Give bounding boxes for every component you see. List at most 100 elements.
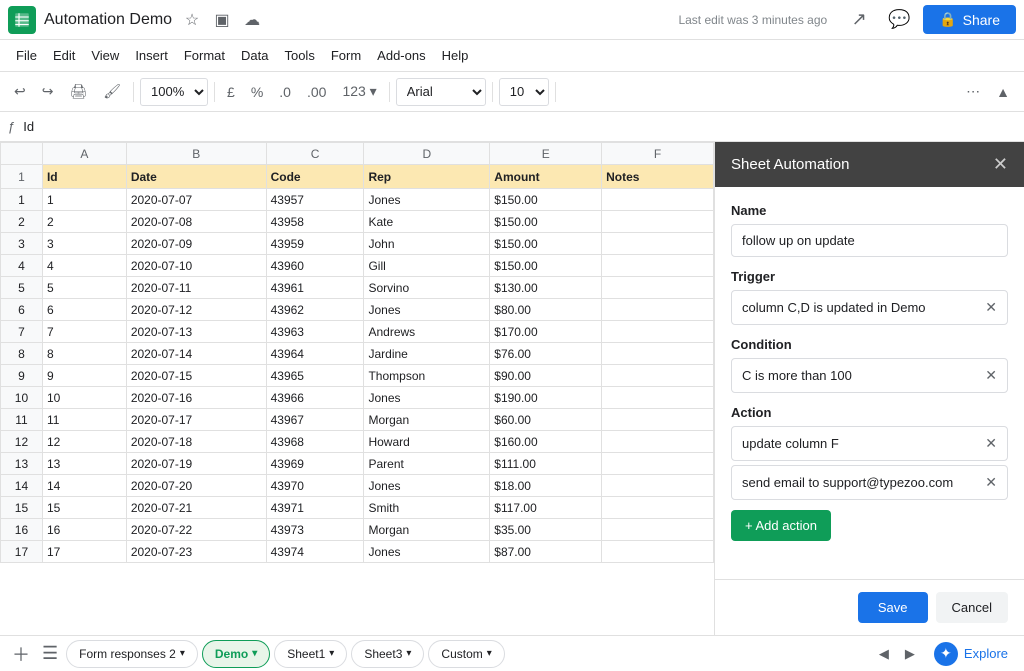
cell-r3-c4[interactable]: Kate: [364, 211, 490, 233]
cell-r2-c5[interactable]: $150.00: [490, 189, 602, 211]
col-header-b[interactable]: B: [126, 143, 266, 165]
cell-r10-c3[interactable]: 43965: [266, 365, 364, 387]
cell-r13-c1[interactable]: 12: [42, 431, 126, 453]
cell-r15-c6[interactable]: [602, 475, 714, 497]
cell-r5-c2[interactable]: 2020-07-10: [126, 255, 266, 277]
cell-r10-c5[interactable]: $90.00: [490, 365, 602, 387]
cell-r16-c4[interactable]: Smith: [364, 497, 490, 519]
cell-r7-c2[interactable]: 2020-07-12: [126, 299, 266, 321]
sheet-list-button[interactable]: ☰: [38, 639, 62, 668]
row-num-16[interactable]: 15: [1, 497, 43, 519]
cell-r15-c4[interactable]: Jones: [364, 475, 490, 497]
percent-button[interactable]: %: [245, 78, 269, 106]
add-action-button[interactable]: + Add action: [731, 510, 831, 541]
share-button[interactable]: 🔒 Share: [923, 5, 1016, 34]
tab-sheet3[interactable]: Sheet3 ▾: [351, 640, 424, 668]
row-num-6[interactable]: 5: [1, 277, 43, 299]
format-number-button[interactable]: 123 ▾: [336, 78, 382, 106]
row-num-14[interactable]: 13: [1, 453, 43, 475]
name-input[interactable]: [731, 224, 1008, 257]
cloud-icon[interactable]: ☁: [240, 8, 264, 32]
cell-r8-c3[interactable]: 43963: [266, 321, 364, 343]
cell-r17-c3[interactable]: 43973: [266, 519, 364, 541]
cell-r11-c2[interactable]: 2020-07-16: [126, 387, 266, 409]
cell-r7-c1[interactable]: 6: [42, 299, 126, 321]
cell-r13-c5[interactable]: $160.00: [490, 431, 602, 453]
cell-r13-c3[interactable]: 43968: [266, 431, 364, 453]
cell-r2-c4[interactable]: Jones: [364, 189, 490, 211]
cell-r9-c4[interactable]: Jardine: [364, 343, 490, 365]
cell-r2-c3[interactable]: 43957: [266, 189, 364, 211]
cell-r6-c6[interactable]: [602, 277, 714, 299]
cell-r10-c6[interactable]: [602, 365, 714, 387]
cell-r18-c3[interactable]: 43974: [266, 541, 364, 563]
cell-r9-c6[interactable]: [602, 343, 714, 365]
cell-r4-c3[interactable]: 43959: [266, 233, 364, 255]
cell-r2-c2[interactable]: 2020-07-07: [126, 189, 266, 211]
cell-r18-c2[interactable]: 2020-07-23: [126, 541, 266, 563]
menu-help[interactable]: Help: [434, 44, 477, 67]
print-button[interactable]: 🖨: [63, 78, 93, 106]
action1-chip-remove[interactable]: ✕: [985, 435, 997, 452]
row-num-10[interactable]: 9: [1, 365, 43, 387]
cell-r4-c6[interactable]: [602, 233, 714, 255]
cell-r6-c2[interactable]: 2020-07-11: [126, 277, 266, 299]
cell-r7-c3[interactable]: 43962: [266, 299, 364, 321]
add-sheet-button[interactable]: ＋: [8, 637, 34, 671]
cell-r7-c5[interactable]: $80.00: [490, 299, 602, 321]
font-select[interactable]: Arial: [396, 78, 486, 106]
cell-r14-c2[interactable]: 2020-07-19: [126, 453, 266, 475]
tab-sheet1[interactable]: Sheet1 ▾: [274, 640, 347, 668]
save-button[interactable]: Save: [858, 592, 928, 623]
cell-r17-c1[interactable]: 16: [42, 519, 126, 541]
menu-tools[interactable]: Tools: [276, 44, 322, 67]
cell-r4-c1[interactable]: 3: [42, 233, 126, 255]
cell-r7-c6[interactable]: [602, 299, 714, 321]
action2-chip-remove[interactable]: ✕: [985, 474, 997, 491]
row-num-9[interactable]: 8: [1, 343, 43, 365]
tab-form-responses[interactable]: Form responses 2 ▾: [66, 640, 198, 668]
cell-r3-c1[interactable]: 2: [42, 211, 126, 233]
trigger-chip-remove[interactable]: ✕: [985, 299, 997, 316]
cell-r16-c6[interactable]: [602, 497, 714, 519]
cell-r6-c4[interactable]: Sorvino: [364, 277, 490, 299]
cancel-button[interactable]: Cancel: [936, 592, 1008, 623]
cell-r13-c6[interactable]: [602, 431, 714, 453]
explore-button[interactable]: ✦ Explore: [926, 638, 1016, 670]
condition-chip[interactable]: C is more than 100 ✕: [731, 358, 1008, 393]
cell-r6-c1[interactable]: 5: [42, 277, 126, 299]
cell-r17-c4[interactable]: Morgan: [364, 519, 490, 541]
cell-r3-c3[interactable]: 43958: [266, 211, 364, 233]
cell-r15-c1[interactable]: 14: [42, 475, 126, 497]
cell-r5-c1[interactable]: 4: [42, 255, 126, 277]
header-cell-3[interactable]: Code: [266, 165, 364, 189]
cell-r16-c3[interactable]: 43971: [266, 497, 364, 519]
cell-r14-c1[interactable]: 13: [42, 453, 126, 475]
menu-addons[interactable]: Add-ons: [369, 44, 433, 67]
cell-r15-c3[interactable]: 43970: [266, 475, 364, 497]
col-header-d[interactable]: D: [364, 143, 490, 165]
row-num-3[interactable]: 2: [1, 211, 43, 233]
cell-r4-c4[interactable]: John: [364, 233, 490, 255]
cell-r7-c4[interactable]: Jones: [364, 299, 490, 321]
zoom-select[interactable]: 100%: [140, 78, 208, 106]
cell-r5-c6[interactable]: [602, 255, 714, 277]
cell-r3-c2[interactable]: 2020-07-08: [126, 211, 266, 233]
cell-r18-c1[interactable]: 17: [42, 541, 126, 563]
cell-r9-c5[interactable]: $76.00: [490, 343, 602, 365]
trend-icon[interactable]: ↗: [843, 4, 875, 36]
collapse-toolbar-button[interactable]: ▲: [990, 78, 1016, 106]
tab-demo[interactable]: Demo ▾: [202, 640, 270, 668]
cell-r14-c5[interactable]: $111.00: [490, 453, 602, 475]
cell-r11-c1[interactable]: 10: [42, 387, 126, 409]
cell-r10-c1[interactable]: 9: [42, 365, 126, 387]
cell-r8-c2[interactable]: 2020-07-13: [126, 321, 266, 343]
cell-r12-c2[interactable]: 2020-07-17: [126, 409, 266, 431]
cell-r18-c5[interactable]: $87.00: [490, 541, 602, 563]
cell-r12-c6[interactable]: [602, 409, 714, 431]
row-num-7[interactable]: 6: [1, 299, 43, 321]
cell-r8-c1[interactable]: 7: [42, 321, 126, 343]
cell-r16-c5[interactable]: $117.00: [490, 497, 602, 519]
col-header-c[interactable]: C: [266, 143, 364, 165]
menu-view[interactable]: View: [83, 44, 127, 67]
